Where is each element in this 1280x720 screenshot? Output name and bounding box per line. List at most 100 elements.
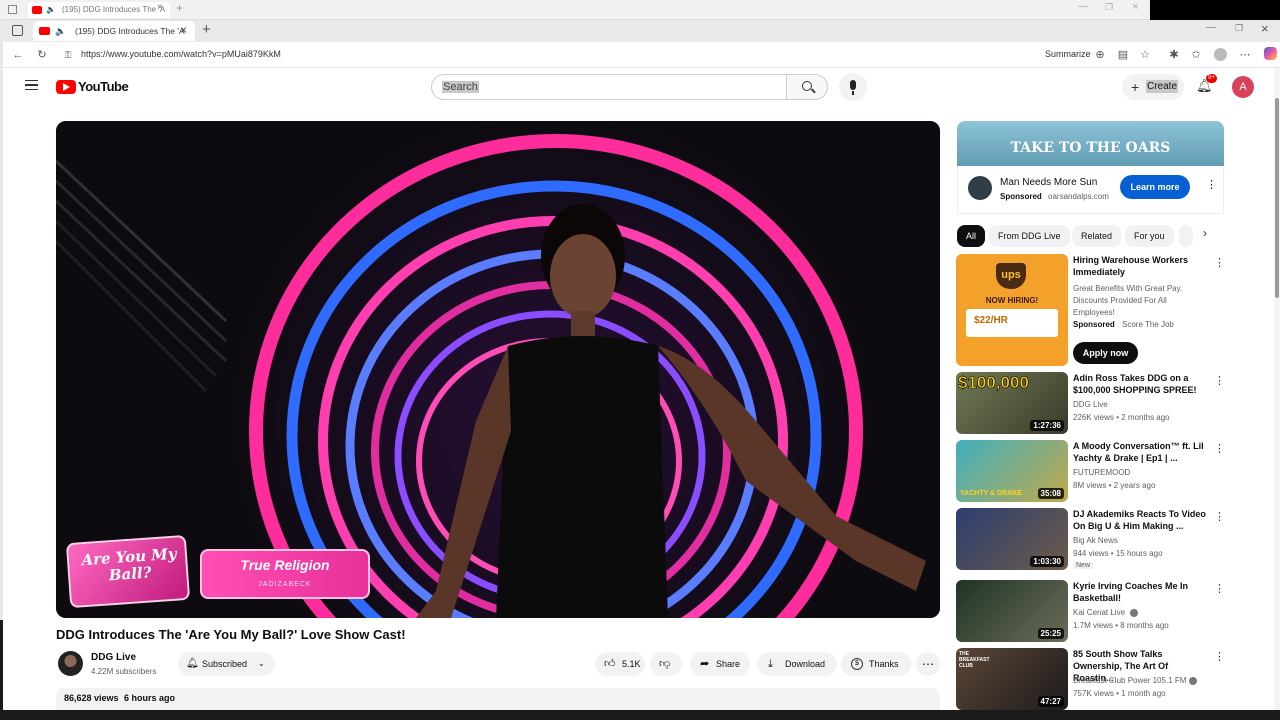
thanks-label: Thanks xyxy=(869,659,899,669)
new-badge: New xyxy=(1073,562,1094,569)
name-lower-third: True Religion JADIZABECK xyxy=(200,549,370,599)
reader-view-icon[interactable]: ▤ xyxy=(1116,48,1130,62)
browser-tab-title: (195) DDG Introduces The 'A xyxy=(75,26,185,36)
site-info-icon[interactable]: ⚿ xyxy=(61,48,75,62)
channel-name[interactable]: DDG Live xyxy=(91,652,136,663)
recommendation-item[interactable]: THE BREAKFAST CLUB 47:27 85 South Show T… xyxy=(956,648,1226,710)
recommendation-channel: Kai Cenat Live xyxy=(1073,608,1126,617)
tab-close-icon[interactable]: × xyxy=(180,23,187,37)
download-icon: ⤓ xyxy=(768,658,773,670)
download-button[interactable]: ⤓ Download xyxy=(757,652,837,676)
ad-banner-text: TAKE TO THE OARS xyxy=(1010,140,1171,156)
sponsored-menu-icon[interactable]: ⋮ xyxy=(1214,256,1225,269)
favorites-icon[interactable]: ✩ xyxy=(1189,48,1203,62)
scrollbar-thumb[interactable] xyxy=(1275,98,1279,298)
recommendation-menu-icon[interactable]: ⋮ xyxy=(1214,510,1225,523)
refresh-icon[interactable]: ↻ xyxy=(35,48,49,62)
recommendation-menu-icon[interactable]: ⋮ xyxy=(1214,582,1225,595)
recommendation-menu-icon[interactable]: ⋮ xyxy=(1214,374,1225,387)
outer-maximize-icon[interactable]: ❐ xyxy=(1105,2,1113,13)
recommendation-item[interactable]: 1:03:30 DJ Akademiks Reacts To Video On … xyxy=(956,508,1226,570)
back-arrow-icon[interactable]: ← xyxy=(11,48,25,62)
video-thumbnail: 1:03:30 xyxy=(956,508,1068,570)
duration-badge: 35:08 xyxy=(1037,488,1064,499)
page-scrollbar[interactable] xyxy=(1274,68,1280,710)
sponsored-job-card[interactable]: ups NOW HIRING! $22/HR Hiring Warehouse … xyxy=(956,254,1226,366)
thanks-button[interactable]: $ Thanks xyxy=(841,652,911,676)
verified-check-icon xyxy=(1189,677,1197,685)
ad-banner[interactable]: TAKE TO THE OARS xyxy=(957,121,1224,166)
bell-icon: 🔔︎ xyxy=(186,658,199,669)
maximize-icon[interactable]: ❐ xyxy=(1235,23,1243,34)
subscribed-button[interactable]: 🔔︎ Subscribed ⌄ xyxy=(178,652,275,676)
address-bar-row: ← ↻ ⚿ https://www.youtube.com/watch?v=pM… xyxy=(3,42,1280,68)
favorite-star-icon[interactable]: ☆ xyxy=(1138,48,1152,62)
browser-tab-active[interactable]: 🔈 (195) DDG Introduces The 'A xyxy=(33,21,195,41)
search-input[interactable]: Search xyxy=(431,74,787,100)
chip-related[interactable]: Related xyxy=(1072,225,1122,247)
outer-tab[interactable]: 🔈 (195) DDG Introduces The 'A xyxy=(28,2,170,18)
chip-all[interactable]: All xyxy=(957,225,986,247)
apply-now-button[interactable]: Apply now xyxy=(1073,342,1138,364)
recommendation-item[interactable]: YACHTY & DRAKE 35:08 A Moody Conversatio… xyxy=(956,440,1226,502)
sponsored-desc: Great Benefits With Great Pay. Discounts… xyxy=(1073,284,1183,317)
chip-for-you[interactable]: For you xyxy=(1125,225,1174,247)
outer-dark-area xyxy=(1150,0,1280,20)
voice-search-button[interactable] xyxy=(839,73,867,101)
outer-minimize-icon[interactable]: — xyxy=(1078,1,1088,12)
recommendation-item[interactable]: 25:25 Kyrie Irving Coaches Me In Basketb… xyxy=(956,580,1226,642)
speaker-icon[interactable]: 🔈 xyxy=(46,2,56,18)
recommendation-menu-icon[interactable]: ⋮ xyxy=(1214,650,1225,663)
ad-title[interactable]: Man Needs More Sun xyxy=(1000,177,1097,188)
duration-badge: 1:03:30 xyxy=(1030,556,1064,567)
tab-actions-icon[interactable] xyxy=(12,25,23,36)
outer-close-icon[interactable]: × xyxy=(1132,1,1138,13)
description-box[interactable]: 86,628 views 6 hours ago xyxy=(56,688,940,710)
view-count: 86,628 views xyxy=(64,693,119,703)
translate-icon[interactable]: ⊕ xyxy=(1093,48,1107,62)
chips-next-arrow-icon[interactable]: › xyxy=(1203,226,1207,240)
chip-from-ddg-live[interactable]: From DDG Live xyxy=(989,225,1070,247)
like-button[interactable]: 👍︎ 5.1K xyxy=(595,652,645,676)
advertiser-logo[interactable] xyxy=(968,176,992,200)
account-avatar[interactable]: A xyxy=(1232,76,1254,98)
learn-more-button[interactable]: Learn more xyxy=(1120,175,1190,199)
thumbs-down-icon: 👎︎ xyxy=(659,658,671,670)
extensions-icon[interactable]: ✱ xyxy=(1167,48,1181,62)
dislike-button[interactable]: 👎︎ xyxy=(650,652,682,676)
recommendation-channel: Breakfast Club Power 105.1 FM xyxy=(1073,676,1187,685)
recommendation-item[interactable]: $100,000 1:27:36 Adin Ross Takes DDG on … xyxy=(956,372,1226,434)
ad-menu-icon[interactable]: ⋮ xyxy=(1206,178,1217,191)
share-button[interactable]: ➦ Share xyxy=(690,652,750,676)
pay-rate: $22/HR xyxy=(974,315,1008,326)
more-menu-icon[interactable]: ⋯ xyxy=(1238,48,1252,62)
channel-avatar[interactable] xyxy=(58,651,83,676)
thumbnail-text: THE BREAKFAST CLUB xyxy=(959,651,990,669)
copilot-icon[interactable] xyxy=(1264,47,1277,60)
window-menu-icon[interactable] xyxy=(8,5,17,14)
create-button[interactable]: + Create xyxy=(1122,74,1184,100)
ad-card: Man Needs More Sun Sponsored oarsandalps… xyxy=(957,166,1224,214)
recommendation-menu-icon[interactable]: ⋮ xyxy=(1214,442,1225,455)
close-window-icon[interactable]: × xyxy=(1261,21,1269,36)
chip-overflow[interactable] xyxy=(1179,225,1193,247)
url-field[interactable]: https://www.youtube.com/watch?v=pMUai879… xyxy=(81,49,281,59)
outer-tab-close-icon[interactable]: × xyxy=(157,2,163,13)
browser-tabbar: 🔈 (195) DDG Introduces The 'A × + — ❐ × xyxy=(3,20,1280,42)
profile-icon[interactable] xyxy=(1214,48,1227,61)
search-button[interactable] xyxy=(786,74,828,100)
speaker-icon[interactable]: 🔈 xyxy=(55,21,66,41)
show-logo-text: Are You My Ball? xyxy=(80,544,178,585)
create-label: Create xyxy=(1146,80,1179,93)
video-player[interactable]: Are You My Ball? True Religion JADIZABEC… xyxy=(56,121,940,618)
video-thumbnail: THE BREAKFAST CLUB 47:27 xyxy=(956,648,1068,710)
summarize-button[interactable]: Summarize xyxy=(1045,49,1091,59)
subscriber-count: 4.22M subscribers xyxy=(91,667,157,676)
video-thumbnail: 25:25 xyxy=(956,580,1068,642)
minimize-icon[interactable]: — xyxy=(1206,22,1216,33)
recommendation-channel: Big Ak News xyxy=(1073,536,1118,545)
outer-new-tab-icon[interactable]: + xyxy=(176,1,183,15)
new-tab-icon[interactable]: + xyxy=(202,21,211,38)
hamburger-menu-icon[interactable] xyxy=(25,80,38,90)
more-actions-button[interactable]: ⋯ xyxy=(916,652,940,676)
